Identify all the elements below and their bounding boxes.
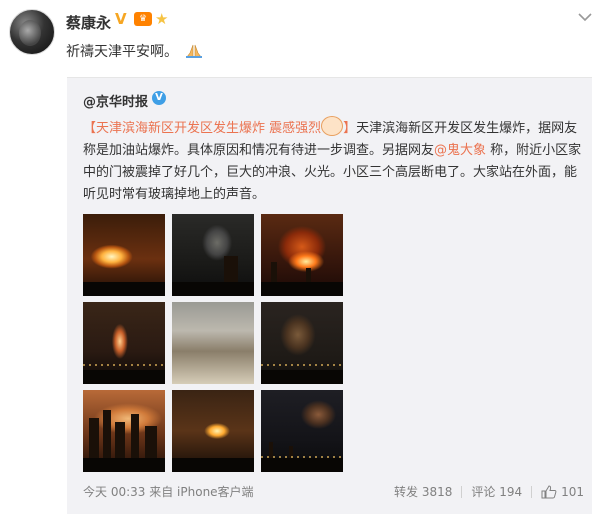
repost-count: 3818 [421, 484, 453, 499]
weibo-post-card: 蔡康永 V ♛ ★ 祈禱天津平安啊。 @京华时报 V 【天津滨海新区开发区发生爆… [0, 0, 600, 514]
action-divider [461, 485, 463, 498]
post-meta: 今天 00:33 来自 iPhone客户端 [83, 483, 254, 500]
chevron-down-icon[interactable] [578, 12, 592, 22]
source-name: 京华时报 [96, 95, 149, 110]
repost-body-text: 【天津滨海新区开发区发生爆炸 震感强烈 】天津滨海新区开发区发生爆炸，据网友称是加… [83, 116, 583, 206]
post-text: 祈禱天津平安啊。 [66, 41, 203, 61]
post-source[interactable]: 来自 iPhone客户端 [149, 485, 253, 499]
source-at-sign: @ [83, 95, 96, 110]
repost-headline-close: 】 [343, 121, 357, 136]
comment-count: 194 [499, 484, 523, 499]
action-divider [531, 485, 533, 498]
shocked-face-emoji-icon [321, 116, 344, 136]
repost-label: 转发 [394, 485, 419, 499]
repost-box: @京华时报 V 【天津滨海新区开发区发生爆炸 震感强烈 】天津滨海新区开发区发生爆… [67, 77, 592, 514]
comment-label: 评论 [471, 485, 496, 499]
photo-thumbnail[interactable] [261, 390, 343, 472]
like-count: 101 [561, 484, 585, 499]
photo-thumbnail[interactable] [83, 214, 165, 296]
action-bar: 转发 3818 评论 194 101 [394, 483, 584, 500]
praying-hands-icon [186, 44, 203, 58]
author-badges: V ♛ ★ [115, 11, 171, 27]
mention-link[interactable]: @鬼大象 [434, 143, 486, 158]
like-button[interactable]: 101 [541, 485, 584, 499]
photo-thumbnail[interactable] [172, 390, 254, 472]
photo-grid [83, 214, 343, 472]
photo-thumbnail[interactable] [172, 214, 254, 296]
verified-v-icon: V [152, 91, 166, 105]
repost-source-name[interactable]: @京华时报 [83, 91, 148, 110]
comment-button[interactable]: 评论 194 [471, 483, 522, 500]
author-avatar[interactable] [9, 9, 55, 55]
star-badge-icon[interactable]: ★ [155, 11, 171, 27]
author-name[interactable]: 蔡康永 [66, 12, 111, 33]
level-badge-icon[interactable]: ♛ [134, 12, 152, 26]
post-time[interactable]: 今天 00:33 [83, 485, 145, 499]
photo-thumbnail[interactable] [261, 214, 343, 296]
repost-button[interactable]: 转发 3818 [394, 483, 452, 500]
photo-thumbnail[interactable] [83, 390, 165, 472]
avatar-face [19, 20, 41, 46]
post-text-content: 祈禱天津平安啊。 [66, 44, 178, 60]
photo-thumbnail[interactable] [83, 302, 165, 384]
thumbs-up-icon [541, 484, 557, 498]
repost-headline: 【天津滨海新区开发区发生爆炸 震感强烈 [83, 121, 322, 136]
vip-v-icon[interactable]: V [115, 11, 131, 27]
photo-thumbnail[interactable] [261, 302, 343, 384]
photo-thumbnail[interactable] [172, 302, 254, 384]
